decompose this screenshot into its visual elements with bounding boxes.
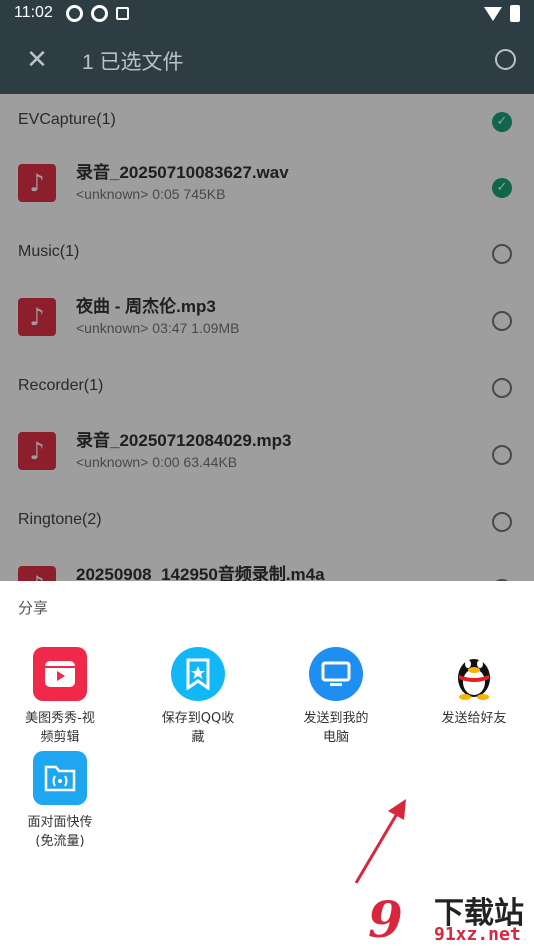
share-meitu[interactable]: 美图秀秀-视 频剪辑 <box>0 647 120 747</box>
share-title: 分享 <box>18 599 49 617</box>
selection-count-title: 1 已选文件 <box>82 51 184 74</box>
select-all-radio[interactable] <box>495 49 516 70</box>
wifi-icon <box>484 6 502 21</box>
watermark: 9 下载站 91xz.net <box>368 886 534 950</box>
qq-penguin-icon <box>447 647 501 701</box>
sync-icon <box>66 5 83 22</box>
battery-icon <box>510 5 520 22</box>
watermark-url: 91xz.net <box>434 924 521 945</box>
share-qq-favorites[interactable]: 保存到QQ收 藏 <box>138 647 258 747</box>
sync-icon-2 <box>91 5 108 22</box>
share-label: 面对面快传 (免流量) <box>27 815 93 849</box>
close-icon[interactable]: ✕ <box>24 47 50 73</box>
app-notification-icon <box>116 7 129 20</box>
system-icons <box>484 5 520 22</box>
watermark-logo: 9 <box>368 890 403 949</box>
video-play-icon <box>33 647 87 701</box>
monitor-icon <box>309 647 363 701</box>
status-time: 11:02 <box>14 4 53 21</box>
share-send-friend[interactable]: 发送给好友 <box>414 647 534 728</box>
bookmark-star-icon <box>171 647 225 701</box>
folder-wireless-icon <box>33 751 87 805</box>
share-label: 发送给好友 <box>441 711 507 726</box>
dim-overlay[interactable] <box>0 94 534 581</box>
share-label: 美图秀秀-视 频剪辑 <box>25 711 95 745</box>
notification-icons <box>66 5 129 22</box>
share-label: 保存到QQ收 藏 <box>161 711 235 745</box>
share-my-computer[interactable]: 发送到我的 电脑 <box>276 647 396 747</box>
status-bar: 11:02 <box>0 0 534 28</box>
share-label: 发送到我的 电脑 <box>303 711 369 745</box>
selection-toolbar: ✕ 1 已选文件 <box>0 28 534 94</box>
share-face-to-face[interactable]: 面对面快传 (免流量) <box>0 751 120 851</box>
